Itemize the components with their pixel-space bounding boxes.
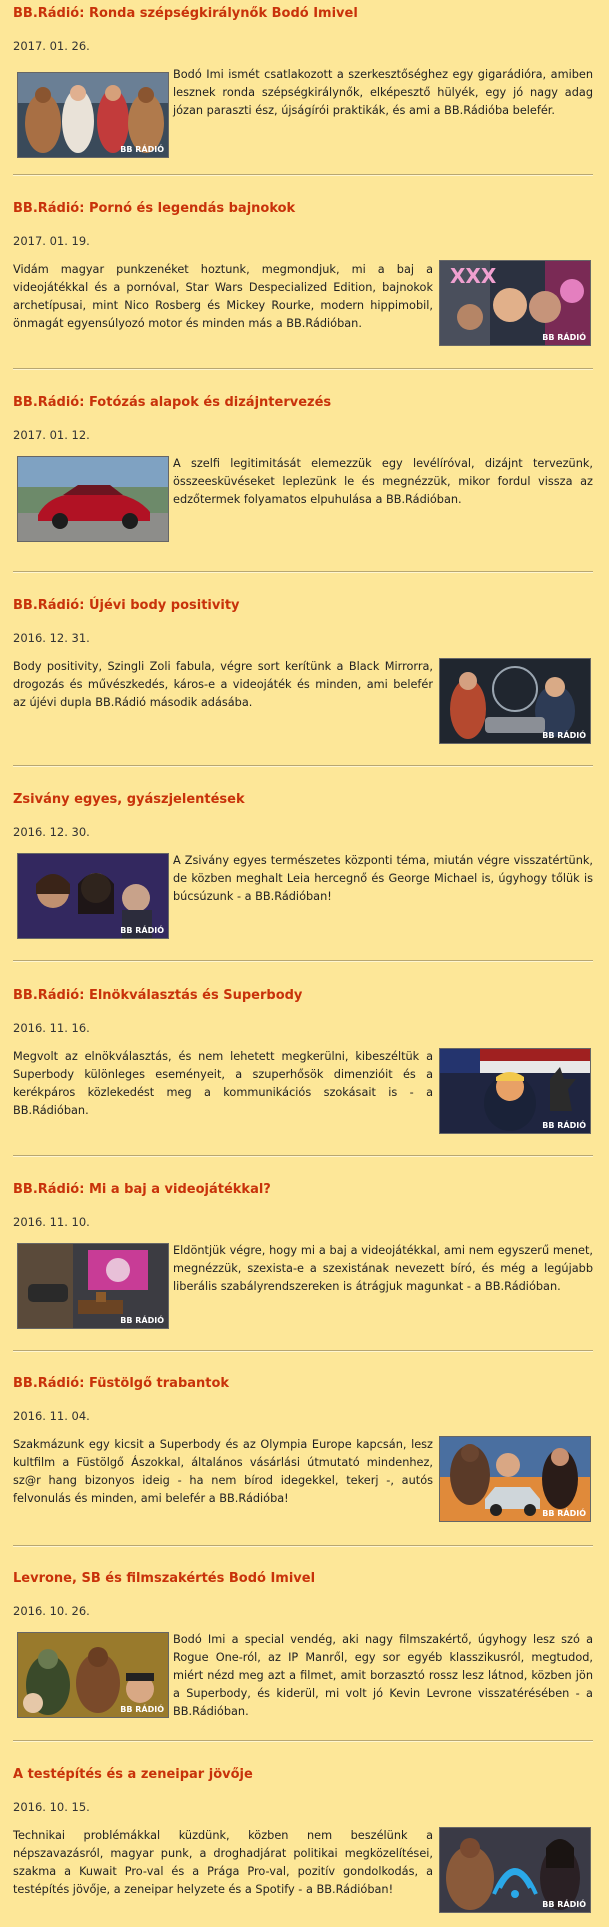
post-date: 2016. 12. 30. xyxy=(13,825,90,839)
post-title-link[interactable]: BB.Rádió: Füstölgő trabantok xyxy=(13,1376,229,1392)
post-thumbnail[interactable]: BB RÁDIÓ xyxy=(17,1243,169,1329)
post-date: 2016. 11. 04. xyxy=(13,1409,90,1423)
post-excerpt: Bodó Imi ismét csatlakozott a szerkesztő… xyxy=(173,68,593,117)
post-excerpt: Body positivity, Szingli Zoli fabula, vé… xyxy=(13,660,433,709)
bb-radio-logo: BB RÁDIÓ xyxy=(542,731,586,740)
post-title-link[interactable]: Zsivány egyes, gyászjelentések xyxy=(13,792,245,808)
bb-radio-logo: BB RÁDIÓ xyxy=(120,926,164,935)
post-title-link[interactable]: A testépítés és a zeneipar jövője xyxy=(13,1767,253,1783)
post-thumbnail[interactable]: BB RÁDIÓ xyxy=(17,72,169,158)
post-item: BB.Rádió: Fotózás alapok és dizájntervez… xyxy=(13,395,593,545)
bb-radio-logo: BB RÁDIÓ xyxy=(542,333,586,342)
post-date: 2016. 10. 15. xyxy=(13,1800,90,1814)
bb-radio-logo: BB RÁDIÓ xyxy=(542,1900,586,1909)
post-divider xyxy=(13,1545,593,1547)
post-item: BB.Rádió: Füstölgő trabantok 2016. 11. 0… xyxy=(13,1376,593,1526)
post-thumbnail[interactable]: BB RÁDIÓ xyxy=(439,1048,591,1134)
post-divider xyxy=(13,1740,593,1742)
post-date: 2016. 12. 31. xyxy=(13,631,90,645)
post-divider xyxy=(13,1155,593,1157)
bb-radio-logo: BB RÁDIÓ xyxy=(120,1705,164,1714)
post-thumbnail[interactable] xyxy=(17,456,169,542)
post-excerpt: Megvolt az elnökválasztás, és nem lehete… xyxy=(13,1050,433,1117)
bb-radio-logo: BB RÁDIÓ xyxy=(542,1509,586,1518)
post-excerpt: Technikai problémákkal küzdünk, közben n… xyxy=(13,1829,433,1896)
red-car-image xyxy=(18,457,168,541)
post-date: 2017. 01. 19. xyxy=(13,234,90,248)
post-item: BB.Rádió: Mi a baj a videojátékkal? 2016… xyxy=(13,1182,593,1332)
post-title-link[interactable]: BB.Rádió: Fotózás alapok és dizájntervez… xyxy=(13,395,331,411)
post-date: 2017. 01. 26. xyxy=(13,39,90,53)
post-item: BB.Rádió: Újévi body positivity 2016. 12… xyxy=(13,598,593,748)
post-date: 2016. 11. 10. xyxy=(13,1215,90,1229)
post-title-link[interactable]: BB.Rádió: Pornó és legendás bajnokok xyxy=(13,201,295,217)
post-title-link[interactable]: BB.Rádió: Ronda szépségkirálynők Bodó Im… xyxy=(13,6,358,22)
post-divider xyxy=(13,368,593,370)
post-item: A testépítés és a zeneipar jövője 2016. … xyxy=(13,1767,593,1917)
post-item: Zsivány egyes, gyászjelentések 2016. 12.… xyxy=(13,792,593,942)
post-excerpt: A Zsivány egyes természetes központi tém… xyxy=(173,854,593,903)
post-divider xyxy=(13,174,593,176)
post-divider xyxy=(13,765,593,767)
bb-radio-logo: BB RÁDIÓ xyxy=(542,1121,586,1130)
post-item: Levrone, SB és filmszakértés Bodó Imivel… xyxy=(13,1571,593,1721)
svg-text:XXX: XXX xyxy=(450,264,497,288)
post-item: BB.Rádió: Elnökválasztás és Superbody 20… xyxy=(13,988,593,1138)
post-thumbnail[interactable]: BB RÁDIÓ xyxy=(17,853,169,939)
post-item: BB.Rádió: Pornó és legendás bajnokok 201… xyxy=(13,201,593,351)
post-thumbnail[interactable]: BB RÁDIÓ xyxy=(17,1632,169,1718)
post-thumbnail[interactable]: BB RÁDIÓ xyxy=(439,658,591,744)
bb-radio-logo: BB RÁDIÓ xyxy=(120,145,164,154)
post-excerpt: Bodó Imi a special vendég, aki nagy film… xyxy=(173,1633,593,1718)
post-date: 2016. 11. 16. xyxy=(13,1021,90,1035)
post-thumbnail[interactable]: BB RÁDIÓ xyxy=(439,1827,591,1913)
post-date: 2016. 10. 26. xyxy=(13,1604,90,1618)
post-title-link[interactable]: BB.Rádió: Elnökválasztás és Superbody xyxy=(13,988,302,1004)
post-date: 2017. 01. 12. xyxy=(13,428,90,442)
post-thumbnail[interactable]: BB RÁDIÓ xyxy=(439,1436,591,1522)
post-title-link[interactable]: BB.Rádió: Mi a baj a videojátékkal? xyxy=(13,1182,271,1198)
bb-radio-logo: BB RÁDIÓ xyxy=(120,1316,164,1325)
post-title-link[interactable]: BB.Rádió: Újévi body positivity xyxy=(13,598,240,614)
post-excerpt: Szakmázunk egy kicsit a Superbody és az … xyxy=(13,1438,433,1505)
post-divider xyxy=(13,1350,593,1352)
post-item: BB.Rádió: Ronda szépségkirálynők Bodó Im… xyxy=(13,6,593,158)
post-excerpt: A szelfi legitimitását elemezzük egy lev… xyxy=(173,457,593,506)
post-divider xyxy=(13,960,593,962)
post-divider xyxy=(13,571,593,573)
post-excerpt: Eldöntjük végre, hogy mi a baj a videojá… xyxy=(173,1244,593,1293)
post-excerpt: Vidám magyar punkzenéket hoztunk, megmon… xyxy=(13,263,433,330)
post-thumbnail[interactable]: XXX BB RÁDIÓ xyxy=(439,260,591,346)
post-title-link[interactable]: Levrone, SB és filmszakértés Bodó Imivel xyxy=(13,1571,315,1587)
